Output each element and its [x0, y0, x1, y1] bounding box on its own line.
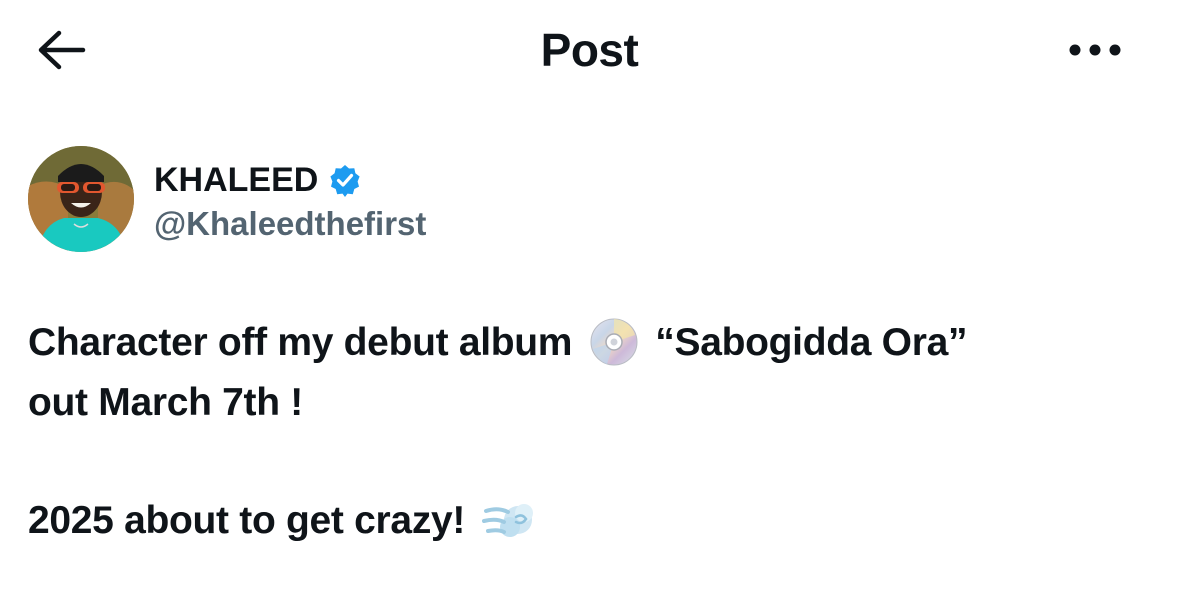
post-author: KHALEED @Khaleedthefirst [28, 146, 728, 256]
verified-badge-icon [330, 165, 360, 197]
optical-disc-icon [590, 318, 638, 366]
post-line-3: 2025 about to get crazy! [28, 491, 1148, 551]
username-handle[interactable]: @Khaleedthefirst [154, 202, 426, 246]
avatar[interactable] [28, 146, 134, 252]
page-title: Post [540, 24, 639, 76]
post-line-2: out March 7th ! [28, 381, 303, 424]
display-name[interactable]: KHALEED [154, 161, 318, 200]
post-spacer [28, 433, 1148, 491]
post-text-segment-quote: “Sabogidda Ora” [655, 321, 968, 364]
top-bar: Post [0, 0, 1179, 100]
name-row: KHALEED [154, 158, 362, 202]
post-text-segment: Character off my debut album [28, 321, 573, 364]
more-options-button[interactable] [1058, 22, 1132, 78]
post-body: Character off my debut album “Sabogidda … [28, 313, 1148, 551]
post-line-1: Character off my debut album “Sabogidda … [28, 313, 1148, 373]
post-text-segment: 2025 about to get crazy! [28, 499, 466, 542]
ellipsis-horizontal-icon [1069, 44, 1121, 56]
dashing-away-icon [481, 503, 533, 537]
